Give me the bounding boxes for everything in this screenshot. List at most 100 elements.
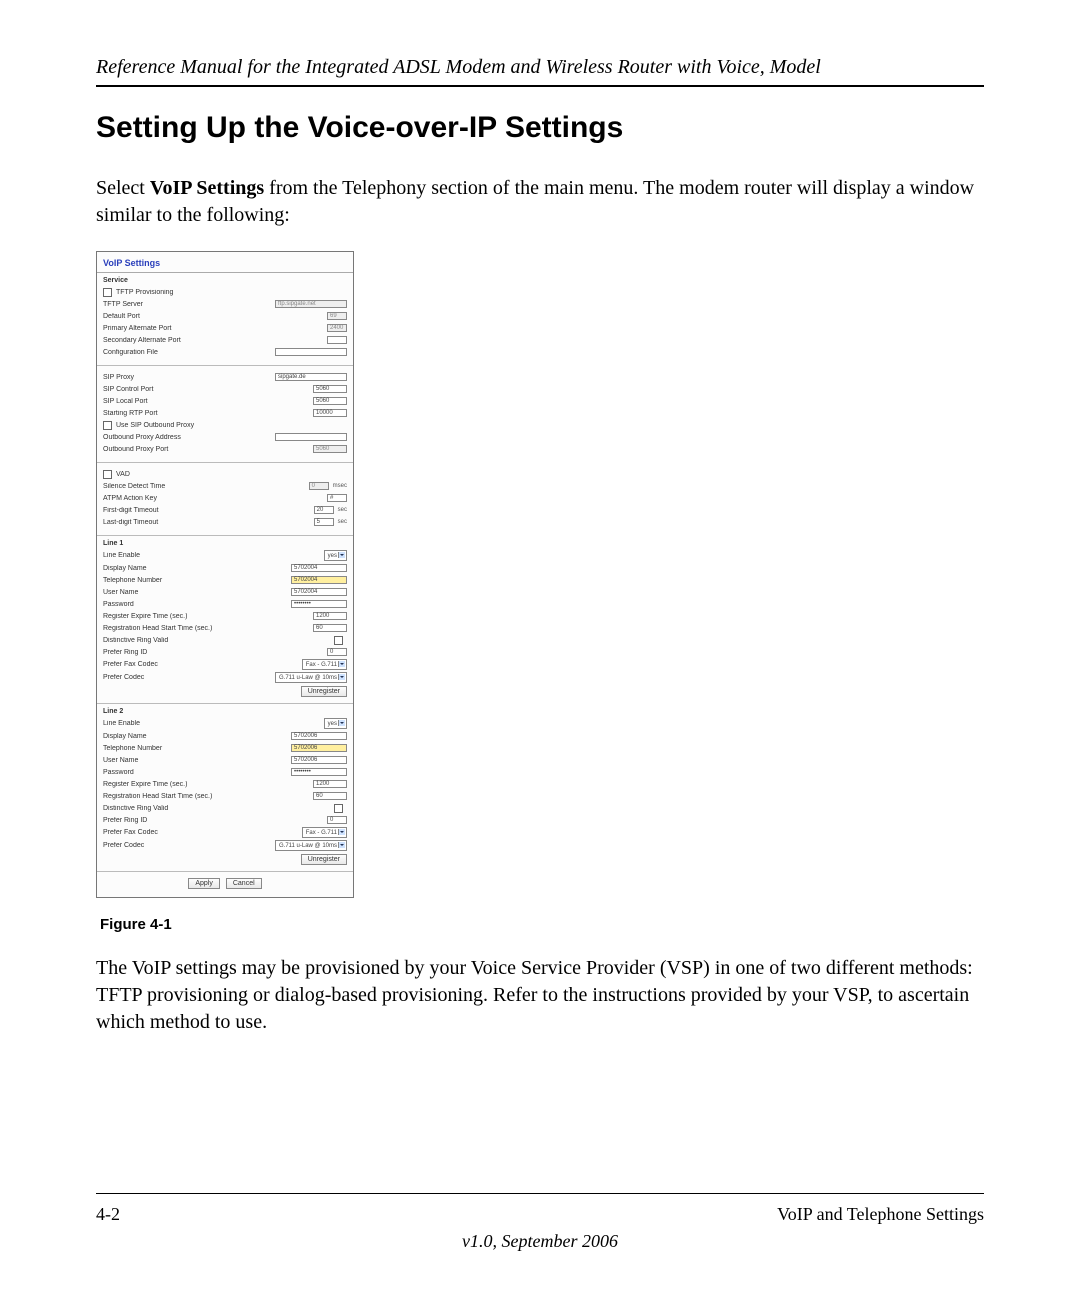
line1-telephone-number-input[interactable]: 5702004: [291, 576, 347, 584]
line2-register-expire-input[interactable]: 1200: [313, 780, 347, 788]
sip-proxy-input[interactable]: sipgate.de: [275, 373, 347, 381]
line1-enable-label: Line Enable: [103, 552, 324, 559]
outbound-proxy-address-input[interactable]: [275, 433, 347, 441]
voip-settings-panel: VoIP Settings Service TFTP Provisioning …: [96, 251, 354, 898]
last-digit-timeout-input[interactable]: 5: [314, 518, 334, 526]
secondary-alt-port-input[interactable]: [327, 336, 347, 344]
line2-prefer-fax-codec-select[interactable]: Fax - G.711: [302, 827, 347, 838]
sip-proxy-label: SIP Proxy: [103, 374, 275, 381]
tftp-provisioning-checkbox[interactable]: [103, 288, 112, 297]
line2-display-name-input[interactable]: 5702006: [291, 732, 347, 740]
outbound-proxy-port-input[interactable]: 5060: [313, 445, 347, 453]
vad-checkbox[interactable]: [103, 470, 112, 479]
sip-local-port-label: SIP Local Port: [103, 398, 313, 405]
sip-control-port-label: SIP Control Port: [103, 386, 313, 393]
line1-telephone-number-label: Telephone Number: [103, 577, 291, 584]
line1-register-expire-label: Register Expire Time (sec.): [103, 613, 313, 620]
line2-password-input[interactable]: ••••••••: [291, 768, 347, 776]
tftp-provisioning-label: TFTP Provisioning: [116, 289, 347, 296]
vad-label: VAD: [116, 471, 347, 478]
group-sip: SIP Proxy sipgate.de SIP Control Port 50…: [97, 366, 353, 463]
tftp-server-label: TFTP Server: [103, 301, 275, 308]
line1-prefer-codec-select[interactable]: G.711 u-Law @ 10ms: [275, 672, 347, 683]
group-vad: VAD Silence Detect Time 0 msec ATPM Acti…: [97, 463, 353, 536]
footer-page-number: 4-2: [96, 1204, 120, 1225]
line1-reg-head-start-label: Registration Head Start Time (sec.): [103, 625, 313, 632]
line1-prefer-fax-codec-label: Prefer Fax Codec: [103, 661, 302, 668]
line2-display-name-label: Display Name: [103, 733, 291, 740]
silence-detect-time-label: Silence Detect Time: [103, 483, 309, 490]
starting-rtp-port-label: Starting RTP Port: [103, 410, 313, 417]
outbound-proxy-port-label: Outbound Proxy Port: [103, 446, 313, 453]
default-port-input[interactable]: 69: [327, 312, 347, 320]
section-heading: Setting Up the Voice-over-IP Settings: [96, 111, 984, 145]
line2-reg-head-start-label: Registration Head Start Time (sec.): [103, 793, 313, 800]
line1-heading: Line 1: [103, 540, 347, 547]
intro-bold: VoIP Settings: [150, 177, 264, 199]
line2-telephone-number-label: Telephone Number: [103, 745, 291, 752]
after-figure-paragraph: The VoIP settings may be provisioned by …: [96, 955, 984, 1036]
line2-enable-select[interactable]: yes: [324, 718, 347, 729]
line1-user-name-input[interactable]: 5702004: [291, 588, 347, 596]
footer-rule: [96, 1193, 984, 1194]
line2-user-name-input[interactable]: 5702006: [291, 756, 347, 764]
apply-button[interactable]: Apply: [188, 878, 220, 889]
starting-rtp-port-input[interactable]: 10000: [313, 409, 347, 417]
line1-password-label: Password: [103, 601, 291, 608]
line1-display-name-label: Display Name: [103, 565, 291, 572]
silence-detect-time-input[interactable]: 0: [309, 482, 329, 490]
config-file-input[interactable]: [275, 348, 347, 356]
line2-register-expire-label: Register Expire Time (sec.): [103, 781, 313, 788]
silence-detect-time-unit: msec: [333, 483, 347, 489]
line1-password-input[interactable]: ••••••••: [291, 600, 347, 608]
line1-distinctive-ring-valid-label: Distinctive Ring Valid: [103, 637, 334, 644]
intro-prefix: Select: [96, 177, 150, 199]
use-sip-outbound-proxy-checkbox[interactable]: [103, 421, 112, 430]
line1-reg-head-start-input[interactable]: 60: [313, 624, 347, 632]
first-digit-timeout-label: First-digit Timeout: [103, 507, 314, 514]
atpm-action-key-label: ATPM Action Key: [103, 495, 327, 502]
line1-unregister-button[interactable]: Unregister: [301, 686, 347, 697]
first-digit-timeout-unit: sec: [338, 507, 347, 513]
line2-prefer-ring-id-label: Prefer Ring ID: [103, 817, 327, 824]
first-digit-timeout-input[interactable]: 20: [314, 506, 334, 514]
line1-register-expire-input[interactable]: 1200: [313, 612, 347, 620]
line2-distinctive-ring-valid-label: Distinctive Ring Valid: [103, 805, 334, 812]
line2-distinctive-ring-valid-checkbox[interactable]: [334, 804, 343, 813]
footer-chapter-title: VoIP and Telephone Settings: [777, 1204, 984, 1225]
primary-alt-port-input[interactable]: 2400: [327, 324, 347, 332]
line1-prefer-ring-id-input[interactable]: 0: [327, 648, 347, 656]
atpm-action-key-input[interactable]: #: [327, 494, 347, 502]
line2-telephone-number-input[interactable]: 5702006: [291, 744, 347, 752]
secondary-alt-port-label: Secondary Alternate Port: [103, 337, 327, 344]
sip-control-port-input[interactable]: 5060: [313, 385, 347, 393]
group-line-1: Line 1 Line Enable yes Display Name 5702…: [97, 536, 353, 704]
group-line-2: Line 2 Line Enable yes Display Name 5702…: [97, 704, 353, 872]
line2-prefer-codec-label: Prefer Codec: [103, 842, 275, 849]
service-heading: Service: [103, 277, 347, 284]
primary-alt-port-label: Primary Alternate Port: [103, 325, 327, 332]
last-digit-timeout-label: Last-digit Timeout: [103, 519, 314, 526]
default-port-label: Default Port: [103, 313, 327, 320]
line2-heading: Line 2: [103, 708, 347, 715]
line1-display-name-input[interactable]: 5702004: [291, 564, 347, 572]
line2-prefer-codec-select[interactable]: G.711 u-Law @ 10ms: [275, 840, 347, 851]
config-file-label: Configuration File: [103, 349, 275, 356]
line2-unregister-button[interactable]: Unregister: [301, 854, 347, 865]
cancel-button[interactable]: Cancel: [226, 878, 262, 889]
line1-user-name-label: User Name: [103, 589, 291, 596]
line2-enable-label: Line Enable: [103, 720, 324, 727]
line1-prefer-fax-codec-select[interactable]: Fax - G.711: [302, 659, 347, 670]
line2-prefer-ring-id-input[interactable]: 0: [327, 816, 347, 824]
line1-distinctive-ring-valid-checkbox[interactable]: [334, 636, 343, 645]
intro-paragraph: Select VoIP Settings from the Telephony …: [96, 175, 984, 229]
line2-prefer-fax-codec-label: Prefer Fax Codec: [103, 829, 302, 836]
figure-label: Figure 4-1: [100, 916, 984, 933]
tftp-server-input[interactable]: ftp.sipgate.net: [275, 300, 347, 308]
line1-enable-select[interactable]: yes: [324, 550, 347, 561]
running-header: Reference Manual for the Integrated ADSL…: [96, 56, 984, 79]
panel-title: VoIP Settings: [97, 252, 353, 273]
line1-prefer-ring-id-label: Prefer Ring ID: [103, 649, 327, 656]
line2-reg-head-start-input[interactable]: 60: [313, 792, 347, 800]
sip-local-port-input[interactable]: 5060: [313, 397, 347, 405]
